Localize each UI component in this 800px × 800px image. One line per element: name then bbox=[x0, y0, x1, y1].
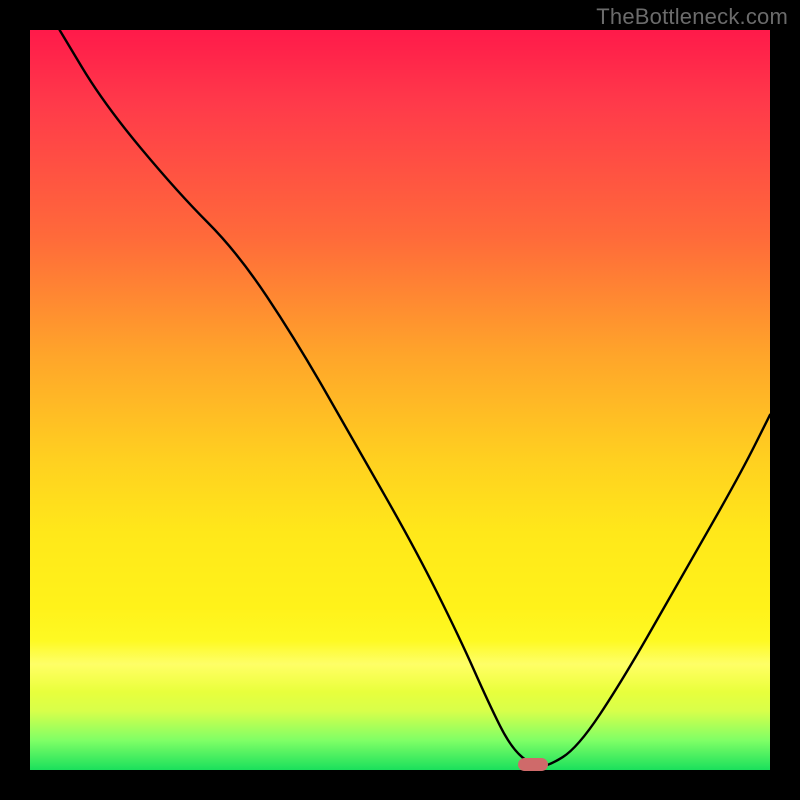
chart-frame: TheBottleneck.com bbox=[0, 0, 800, 800]
optimal-point-marker bbox=[518, 758, 548, 771]
watermark-text: TheBottleneck.com bbox=[596, 4, 788, 30]
plot-area bbox=[30, 30, 770, 770]
bottleneck-curve bbox=[30, 30, 770, 770]
